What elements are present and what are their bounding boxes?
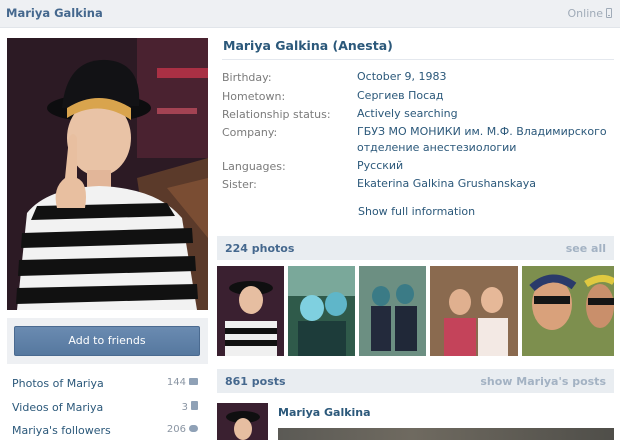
photo-thumbnail-image: [430, 266, 518, 356]
sidebar-link-count: 3: [182, 401, 198, 413]
people-icon: [189, 425, 198, 432]
photo-thumbnail[interactable]: [217, 266, 284, 356]
camera-icon: [189, 378, 198, 385]
add-to-friends-button[interactable]: Add to friends: [14, 326, 200, 356]
avatar-photo: [7, 38, 208, 310]
info-label-relationship: Relationship status:: [222, 108, 331, 121]
followers-count: 206: [166, 424, 186, 435]
sidebar-link-label: Videos of Mariya: [12, 401, 104, 414]
online-status-label: Online: [567, 7, 603, 20]
info-value-hometown[interactable]: Сергиев Посад: [357, 88, 607, 104]
photo-thumbnail[interactable]: [359, 266, 426, 356]
see-all-photos-link[interactable]: see all: [566, 242, 606, 255]
photo-thumbnail[interactable]: [522, 266, 614, 356]
photos-count-title[interactable]: 224 photos: [225, 242, 294, 255]
mobile-phone-icon: [606, 8, 612, 18]
photo-thumbnail[interactable]: [288, 266, 355, 356]
wall-post-photo[interactable]: [278, 428, 614, 440]
photo-thumbnail[interactable]: [430, 266, 518, 356]
photos-count: 144: [166, 377, 186, 388]
photo-thumbnail-image: [288, 266, 355, 356]
wall-post-author[interactable]: Mariya Galkina: [278, 406, 371, 419]
photos-section-header[interactable]: 224 photos see all: [217, 236, 614, 260]
profile-avatar[interactable]: [7, 38, 208, 310]
divider: [222, 59, 614, 60]
wall-section-header[interactable]: 861 posts show Mariya's posts: [217, 369, 614, 393]
sidebar-link-label: Photos of Mariya: [12, 377, 104, 390]
info-label-company: Company:: [222, 126, 278, 139]
profile-header-bar: Mariya Galkina Online: [0, 0, 620, 28]
sidebar-link-photos[interactable]: Photos of Mariya 144: [12, 377, 198, 395]
sidebar-link-followers[interactable]: Mariya's followers 206: [12, 424, 198, 442]
photo-thumbnail-image: [217, 266, 284, 356]
wall-avatar-image: [217, 403, 268, 440]
profile-full-name: Mariya Galkina (Anesta): [223, 38, 393, 53]
show-posts-link[interactable]: show Mariya's posts: [480, 375, 606, 388]
info-label-sister: Sister:: [222, 178, 257, 191]
info-label-hometown: Hometown:: [222, 90, 286, 103]
videos-count: 3: [181, 402, 188, 413]
sidebar-link-label: Mariya's followers: [12, 424, 111, 437]
header-name[interactable]: Mariya Galkina: [6, 6, 103, 20]
photo-thumbnail-image: [359, 266, 426, 356]
info-label-birthday: Birthday:: [222, 71, 272, 84]
sidebar-link-count: 144: [167, 377, 198, 388]
show-full-information-link[interactable]: Show full information: [358, 205, 475, 218]
info-value-relationship[interactable]: Actively searching: [357, 106, 607, 122]
posts-count-title[interactable]: 861 posts: [225, 375, 286, 388]
info-value-company[interactable]: ГБУЗ МО МОНИКИ им. М.Ф. Владимирского от…: [357, 124, 607, 156]
info-label-languages: Languages:: [222, 160, 286, 173]
info-value-languages[interactable]: Русский: [357, 158, 607, 174]
film-icon: [191, 401, 198, 410]
photo-thumbnail-image: [522, 266, 614, 356]
sidebar-link-count: 206: [167, 424, 198, 435]
info-value-sister[interactable]: Ekaterina Galkina Grushanskaya: [357, 176, 607, 192]
wall-post-avatar[interactable]: [217, 403, 268, 440]
online-status: Online: [568, 7, 612, 20]
sidebar-link-videos[interactable]: Videos of Mariya 3: [12, 401, 198, 419]
info-value-birthday[interactable]: October 9, 1983: [357, 69, 607, 85]
